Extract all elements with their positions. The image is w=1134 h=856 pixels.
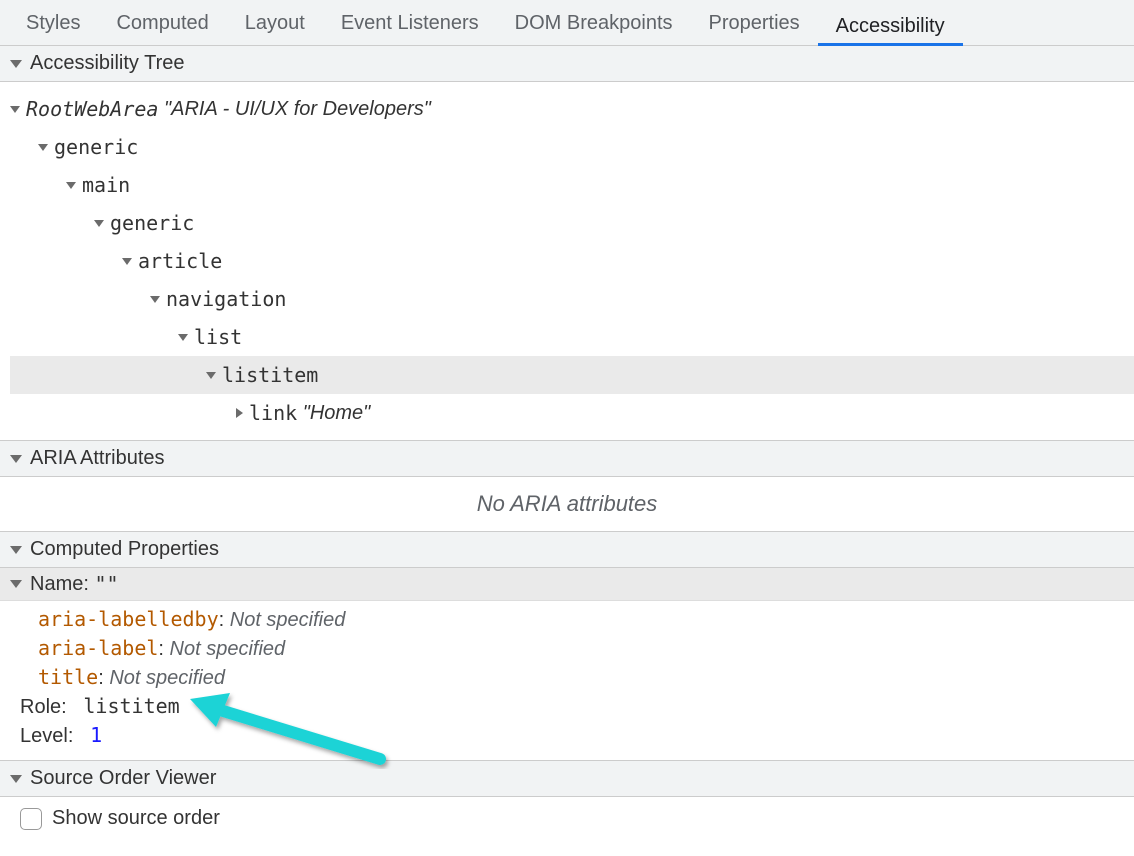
name-label: Name: — [30, 573, 89, 596]
name-value: "" — [94, 572, 118, 596]
tree-row[interactable]: generic — [10, 204, 1134, 242]
tree-row[interactable]: link "Home" — [10, 394, 1134, 432]
level-label: Level: — [20, 725, 73, 747]
tree-row[interactable]: article — [10, 242, 1134, 280]
tab-layout[interactable]: Layout — [227, 0, 323, 46]
attr-status: Not specified — [109, 667, 225, 689]
role-label: Role: — [20, 696, 67, 718]
chevron-down-icon — [150, 296, 160, 303]
chevron-down-icon — [178, 334, 188, 341]
section-title: Computed Properties — [30, 538, 219, 561]
tab-event-listeners[interactable]: Event Listeners — [323, 0, 497, 46]
tree-row[interactable]: list — [10, 318, 1134, 356]
chevron-down-icon — [10, 580, 22, 588]
chevron-down-icon — [10, 775, 22, 783]
attr-status: Not specified — [170, 638, 286, 660]
attr-name: aria-label — [38, 636, 158, 660]
tab-dom-breakpoints[interactable]: DOM Breakpoints — [497, 0, 691, 46]
computed-prop-line: title: Not specified — [10, 663, 1124, 692]
section-aria-attributes[interactable]: ARIA Attributes — [0, 440, 1134, 477]
section-title: ARIA Attributes — [30, 447, 165, 470]
computed-properties: Name: "" aria-labelledby: Not specified … — [0, 568, 1134, 760]
show-source-order-row[interactable]: Show source order — [0, 797, 1134, 840]
computed-role-line: Role: listitem — [10, 692, 1124, 721]
devtools-tabs: Styles Computed Layout Event Listeners D… — [0, 0, 1134, 46]
chevron-down-icon — [10, 60, 22, 68]
tab-computed[interactable]: Computed — [98, 0, 226, 46]
tree-role: link — [249, 397, 297, 429]
tab-accessibility[interactable]: Accessibility — [818, 0, 963, 46]
tree-row[interactable]: RootWebArea "ARIA - UI/UX for Developers… — [10, 90, 1134, 128]
chevron-down-icon — [38, 144, 48, 151]
level-value: 1 — [90, 723, 102, 747]
computed-prop-line: aria-label: Not specified — [10, 634, 1124, 663]
chevron-down-icon — [122, 258, 132, 265]
chevron-down-icon — [10, 455, 22, 463]
tree-role: generic — [110, 207, 194, 239]
tree-row[interactable]: navigation — [10, 280, 1134, 318]
chevron-down-icon — [10, 106, 20, 113]
section-source-order[interactable]: Source Order Viewer — [0, 760, 1134, 797]
attr-name: title — [38, 665, 98, 689]
tree-role: listitem — [222, 359, 318, 391]
tree-role: article — [138, 245, 222, 277]
accessibility-tree: RootWebArea "ARIA - UI/UX for Developers… — [0, 82, 1134, 440]
tree-role: navigation — [166, 283, 286, 315]
tree-role: main — [82, 169, 130, 201]
checkbox-input[interactable] — [20, 808, 42, 830]
tree-name: "ARIA - UI/UX for Developers" — [164, 93, 431, 125]
tree-role: RootWebArea — [26, 93, 158, 125]
chevron-down-icon — [94, 220, 104, 227]
section-title: Source Order Viewer — [30, 767, 216, 790]
chevron-down-icon — [206, 372, 216, 379]
tree-row[interactable]: generic — [10, 128, 1134, 166]
tree-role: generic — [54, 131, 138, 163]
tree-role: list — [194, 321, 242, 353]
role-value: listitem — [83, 694, 179, 718]
computed-level-line: Level: 1 — [10, 721, 1124, 750]
computed-prop-line: aria-labelledby: Not specified — [10, 605, 1124, 634]
computed-name-row[interactable]: Name: "" — [0, 568, 1134, 601]
tree-row[interactable]: main — [10, 166, 1134, 204]
chevron-down-icon — [10, 546, 22, 554]
tab-properties[interactable]: Properties — [691, 0, 818, 46]
chevron-right-icon — [236, 408, 243, 418]
tab-styles[interactable]: Styles — [8, 0, 98, 46]
tree-name: "Home" — [303, 397, 371, 429]
aria-attributes-empty: No ARIA attributes — [0, 477, 1134, 531]
section-computed-properties[interactable]: Computed Properties — [0, 531, 1134, 568]
attr-status: Not specified — [230, 609, 346, 631]
attr-name: aria-labelledby — [38, 607, 219, 631]
checkbox-label: Show source order — [52, 807, 220, 830]
section-title: Accessibility Tree — [30, 52, 185, 75]
section-accessibility-tree[interactable]: Accessibility Tree — [0, 46, 1134, 82]
tree-row-selected[interactable]: listitem — [10, 356, 1134, 394]
chevron-down-icon — [66, 182, 76, 189]
